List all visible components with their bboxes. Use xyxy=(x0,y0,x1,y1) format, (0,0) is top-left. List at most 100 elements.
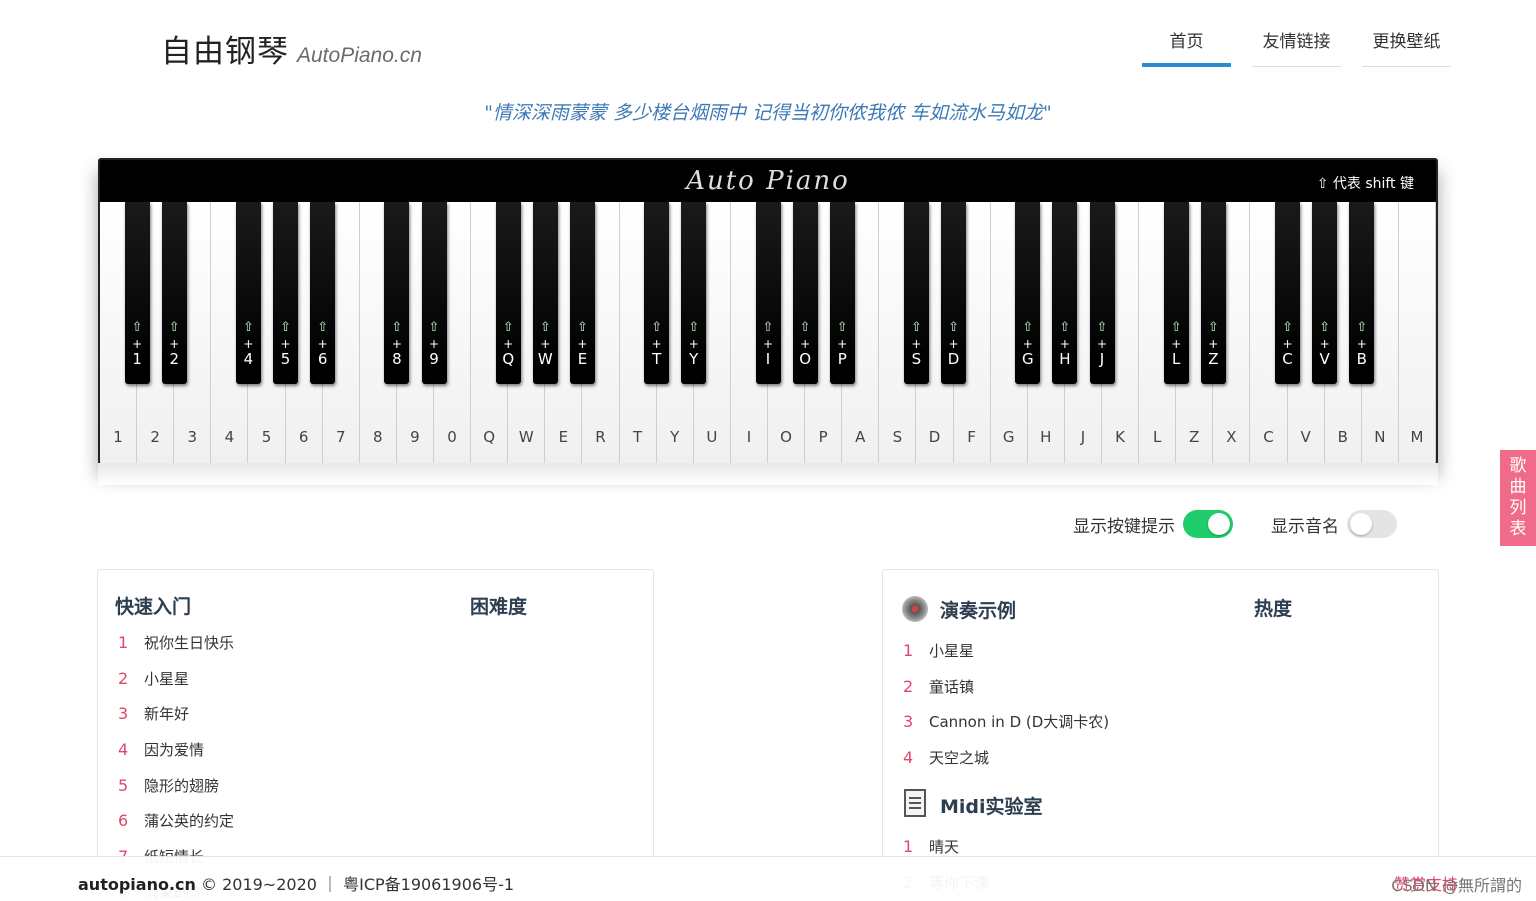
black-key[interactable]: ⇧ +9 xyxy=(421,202,447,384)
song-list-tab[interactable]: 歌曲列表 xyxy=(1500,450,1536,546)
toggle-key-hint-switch[interactable] xyxy=(1183,510,1233,538)
plus-sign: + xyxy=(911,337,922,351)
black-key[interactable]: ⇧ + J xyxy=(1089,202,1115,384)
shift-arrow-icon: ⇧ xyxy=(688,320,700,335)
black-key[interactable]: ⇧ + C xyxy=(1275,202,1301,384)
shift-arrow-icon: ⇧ xyxy=(576,320,588,335)
white-key[interactable]: M xyxy=(1398,202,1436,463)
white-key-label: E xyxy=(558,428,569,446)
white-key-label: N xyxy=(1374,428,1386,446)
plus-sign: + xyxy=(1319,337,1330,351)
black-key-label: C xyxy=(1282,350,1293,368)
list-item-title: 隐形的翅膀 xyxy=(144,776,220,795)
black-key[interactable]: ⇧ + Z xyxy=(1200,202,1226,384)
display-toggles: 显示按键提示 显示音名 xyxy=(1073,510,1435,538)
list-item-number: 1 xyxy=(903,837,914,857)
black-key[interactable]: ⇧ + G xyxy=(1015,202,1041,384)
plus-sign: + xyxy=(1059,337,1070,351)
shift-arrow-icon: ⇧ xyxy=(428,320,440,335)
plus-sign: + xyxy=(948,337,959,351)
shift-arrow-icon: ⇧ xyxy=(1059,320,1071,335)
list-item[interactable]: 5 隐形的翅膀 xyxy=(118,767,234,803)
black-key[interactable]: ⇧ + E xyxy=(569,202,595,384)
list-item[interactable]: 4 因为爱情 xyxy=(118,732,234,768)
black-key-label: Z xyxy=(1208,350,1219,368)
shift-arrow-icon: ⇧ xyxy=(131,320,143,335)
plus-sign: + xyxy=(503,337,514,351)
list-item[interactable]: 3 新年好 xyxy=(118,696,234,732)
black-key[interactable]: ⇧ +4 xyxy=(235,202,261,384)
white-key-label: 5 xyxy=(261,428,272,446)
list-item[interactable]: 1 祝你生日快乐 xyxy=(118,625,234,661)
list-item[interactable]: 4 天空之城 xyxy=(903,740,1109,776)
white-key-label: G xyxy=(1002,428,1015,446)
black-key[interactable]: ⇧ +8 xyxy=(384,202,410,384)
shift-arrow-icon: ⇧ xyxy=(1207,320,1219,335)
footer-site[interactable]: autopiano.cn xyxy=(78,875,196,894)
nav-friend-links[interactable]: 友情链接 xyxy=(1252,24,1341,67)
difficulty-column: 困难度 xyxy=(470,596,528,618)
plus-sign: + xyxy=(540,337,551,351)
black-key-label: B xyxy=(1356,350,1367,368)
list-item-number: 6 xyxy=(118,811,129,831)
footer: autopiano.cn © 2019~2020 ｜ 粤ICP备19061906… xyxy=(0,856,1536,901)
white-key-label: 2 xyxy=(150,428,160,446)
black-key[interactable]: ⇧ +6 xyxy=(310,202,336,384)
list-item-title: 因为爱情 xyxy=(144,741,205,760)
black-key[interactable]: ⇧ + T xyxy=(644,202,670,384)
black-key[interactable]: ⇧ + O xyxy=(792,202,818,384)
piano-top-bar: Auto Piano ⇧ 代表 shift 键 xyxy=(100,160,1436,202)
black-key[interactable]: ⇧ + P xyxy=(829,202,855,384)
footer-copyright: autopiano.cn © 2019~2020 ｜ 粤ICP备19061906… xyxy=(78,871,514,895)
white-key-label: C xyxy=(1263,428,1274,446)
examples-title: 演奏示例 xyxy=(940,600,1017,622)
black-key-label: 2 xyxy=(169,350,179,368)
black-key[interactable]: ⇧ + Q xyxy=(495,202,521,384)
black-key-label: 5 xyxy=(280,350,291,368)
black-key-label: L xyxy=(1172,350,1181,368)
plus-sign: + xyxy=(1208,337,1219,351)
shift-arrow-icon: ⇧ xyxy=(502,320,514,335)
list-item[interactable]: 1 小星星 xyxy=(903,633,1109,669)
toggle-note-name-switch[interactable] xyxy=(1347,510,1397,538)
white-key-label: 7 xyxy=(335,428,346,446)
nav-change-wallpaper[interactable]: 更换壁纸 xyxy=(1362,24,1451,67)
black-key[interactable]: ⇧ +5 xyxy=(273,202,299,384)
list-item[interactable]: 6 蒲公英的约定 xyxy=(118,803,234,839)
black-key[interactable]: ⇧ + W xyxy=(532,202,558,384)
switch-knob xyxy=(1208,513,1230,535)
black-key[interactable]: ⇧ +1 xyxy=(124,202,150,384)
white-key-label: I xyxy=(746,428,752,446)
black-key[interactable]: ⇧ + V xyxy=(1312,202,1338,384)
black-key-label: Y xyxy=(689,350,699,368)
list-item[interactable]: 2 童话镇 xyxy=(903,669,1109,705)
nav-home[interactable]: 首页 xyxy=(1142,24,1231,67)
list-item[interactable]: 2 小星星 xyxy=(118,661,234,697)
quick-start-title: 快速入门 xyxy=(115,596,192,618)
black-key[interactable]: ⇧ + B xyxy=(1349,202,1375,384)
black-key-label: H xyxy=(1059,350,1071,368)
black-key-label: 4 xyxy=(243,350,254,368)
plus-sign: + xyxy=(1171,337,1182,351)
black-key[interactable]: ⇧ +2 xyxy=(161,202,187,384)
white-key-label: X xyxy=(1226,428,1237,446)
song-list-tab-label: 歌曲列表 xyxy=(1509,456,1527,539)
footer-icp: © 2019~2020 ｜ 粤ICP备19061906号-1 xyxy=(201,875,515,894)
black-key[interactable]: ⇧ + H xyxy=(1052,202,1078,384)
black-key[interactable]: ⇧ + I xyxy=(755,202,781,384)
white-key-label: 3 xyxy=(187,428,198,446)
shift-arrow-icon: ⇧ xyxy=(1022,320,1034,335)
black-key-label: 8 xyxy=(392,350,402,368)
black-key-label: 6 xyxy=(317,350,328,368)
plus-sign: + xyxy=(1096,337,1108,351)
black-key[interactable]: ⇧ + D xyxy=(941,202,967,384)
black-key[interactable]: ⇧ + S xyxy=(903,202,929,384)
black-key[interactable]: ⇧ + Y xyxy=(681,202,707,384)
logo[interactable]: 自由钢琴 AutoPiano.cn xyxy=(161,26,422,71)
white-key-label: H xyxy=(1040,428,1052,446)
white-key-label: Z xyxy=(1189,428,1200,446)
black-key-label: P xyxy=(837,350,847,368)
plus-sign: + xyxy=(391,337,402,351)
black-key[interactable]: ⇧ + L xyxy=(1163,202,1189,384)
list-item[interactable]: 3 Cannon in D (D大调卡农) xyxy=(903,704,1109,740)
